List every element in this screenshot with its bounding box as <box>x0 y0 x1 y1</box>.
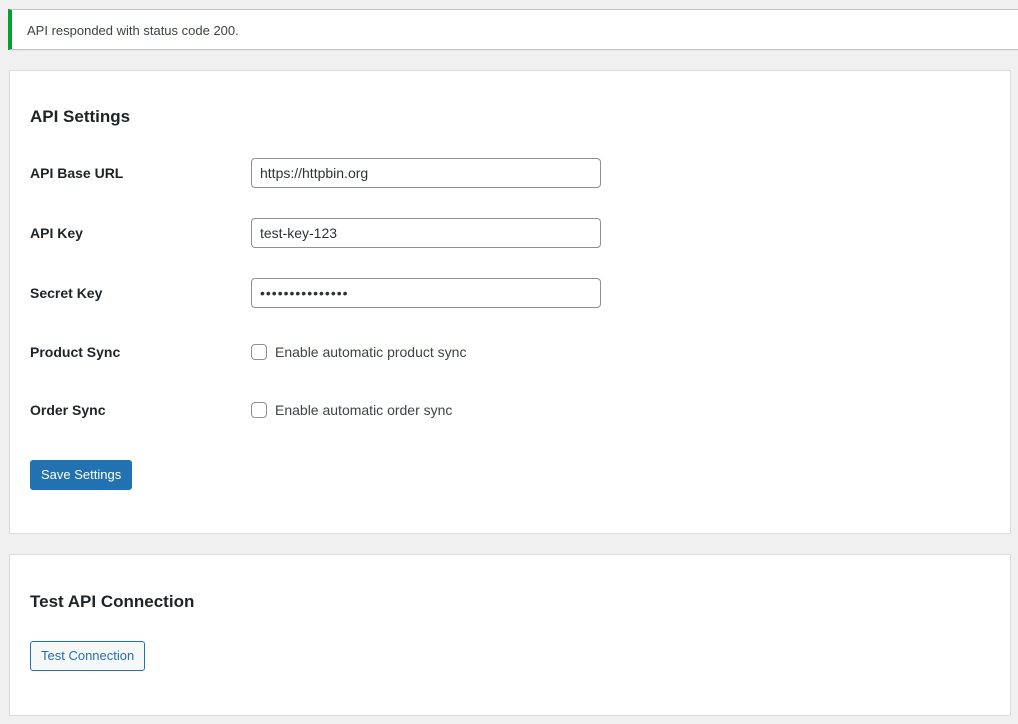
test-connection-button[interactable]: Test Connection <box>30 641 146 671</box>
api-key-input[interactable] <box>251 218 601 248</box>
order-sync-option[interactable]: Enable automatic order sync <box>251 401 452 419</box>
product-sync-checkbox-label[interactable]: Enable automatic product sync <box>275 343 466 361</box>
api-base-url-label: API Base URL <box>30 165 124 181</box>
api-settings-title: API Settings <box>30 107 131 126</box>
success-notice: API responded with status code 200. <box>8 9 1018 50</box>
product-sync-option[interactable]: Enable automatic product sync <box>251 343 466 361</box>
test-connection-panel: Test API Connection Test Connection <box>9 554 1011 716</box>
api-key-label: API Key <box>30 225 83 241</box>
order-sync-checkbox-label[interactable]: Enable automatic order sync <box>275 401 452 419</box>
product-sync-label: Product Sync <box>30 344 121 360</box>
save-settings-button[interactable]: Save Settings <box>30 460 133 490</box>
notice-message: API responded with status code 200. <box>27 23 239 38</box>
secret-key-input[interactable] <box>251 278 601 308</box>
order-sync-checkbox[interactable] <box>251 402 267 418</box>
product-sync-checkbox[interactable] <box>251 344 267 360</box>
secret-key-label: Secret Key <box>30 285 103 301</box>
api-settings-panel: API Settings API Base URL API Key Secret… <box>9 70 1011 534</box>
order-sync-label: Order Sync <box>30 402 106 418</box>
test-connection-title: Test API Connection <box>30 592 195 611</box>
api-base-url-input[interactable] <box>251 158 601 188</box>
